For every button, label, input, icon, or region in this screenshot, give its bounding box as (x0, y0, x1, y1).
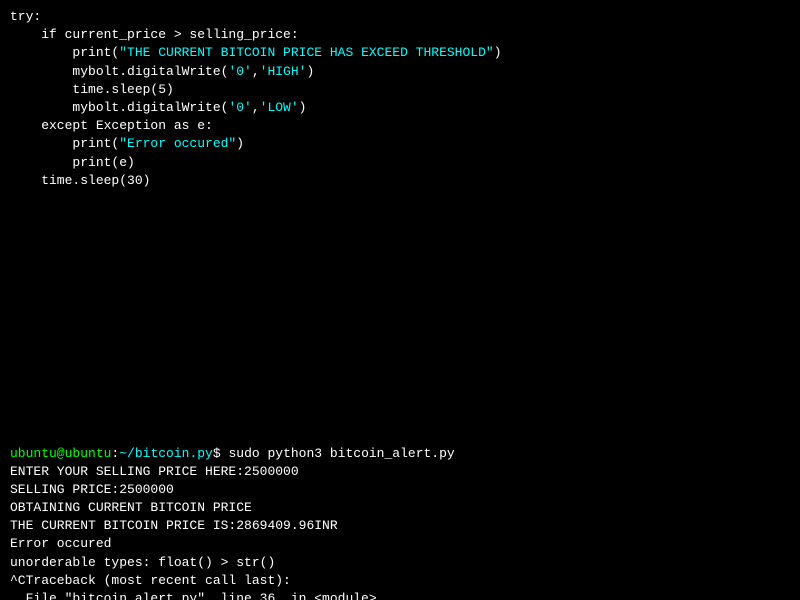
shell-prompt-1: ubuntu@ubuntu:~/bitcoin.py$ sudo python3… (10, 445, 790, 463)
code-line-2: if current_price > selling_price: (10, 26, 790, 44)
output-line-7: ^CTraceback (most recent call last): (10, 572, 790, 590)
output-line-8: File "bitcoin_alert.py", line 36, in <mo… (10, 590, 790, 600)
code-line-1: try: (10, 8, 790, 26)
output-line-1: ENTER YOUR SELLING PRICE HERE:2500000 (10, 463, 790, 481)
output-line-4: THE CURRENT BITCOIN PRICE IS:2869409.96I… (10, 517, 790, 535)
code-line-4: mybolt.digitalWrite('0','HIGH') (10, 63, 790, 81)
code-line-5: time.sleep(5) (10, 81, 790, 99)
output-line-6: unorderable types: float() > str() (10, 554, 790, 572)
code-line-7: except Exception as e: (10, 117, 790, 135)
output-line-3: OBTAINING CURRENT BITCOIN PRICE (10, 499, 790, 517)
code-line-6: mybolt.digitalWrite('0','LOW') (10, 99, 790, 117)
output-line-5: Error occured (10, 535, 790, 553)
code-line-10: time.sleep(30) (10, 172, 790, 190)
code-line-3: print("THE CURRENT BITCOIN PRICE HAS EXC… (10, 44, 790, 62)
code-line-8: print("Error occured") (10, 135, 790, 153)
terminal: try: if current_price > selling_price: p… (0, 0, 800, 600)
output-line-2: SELLING PRICE:2500000 (10, 481, 790, 499)
code-line-9: print(e) (10, 154, 790, 172)
